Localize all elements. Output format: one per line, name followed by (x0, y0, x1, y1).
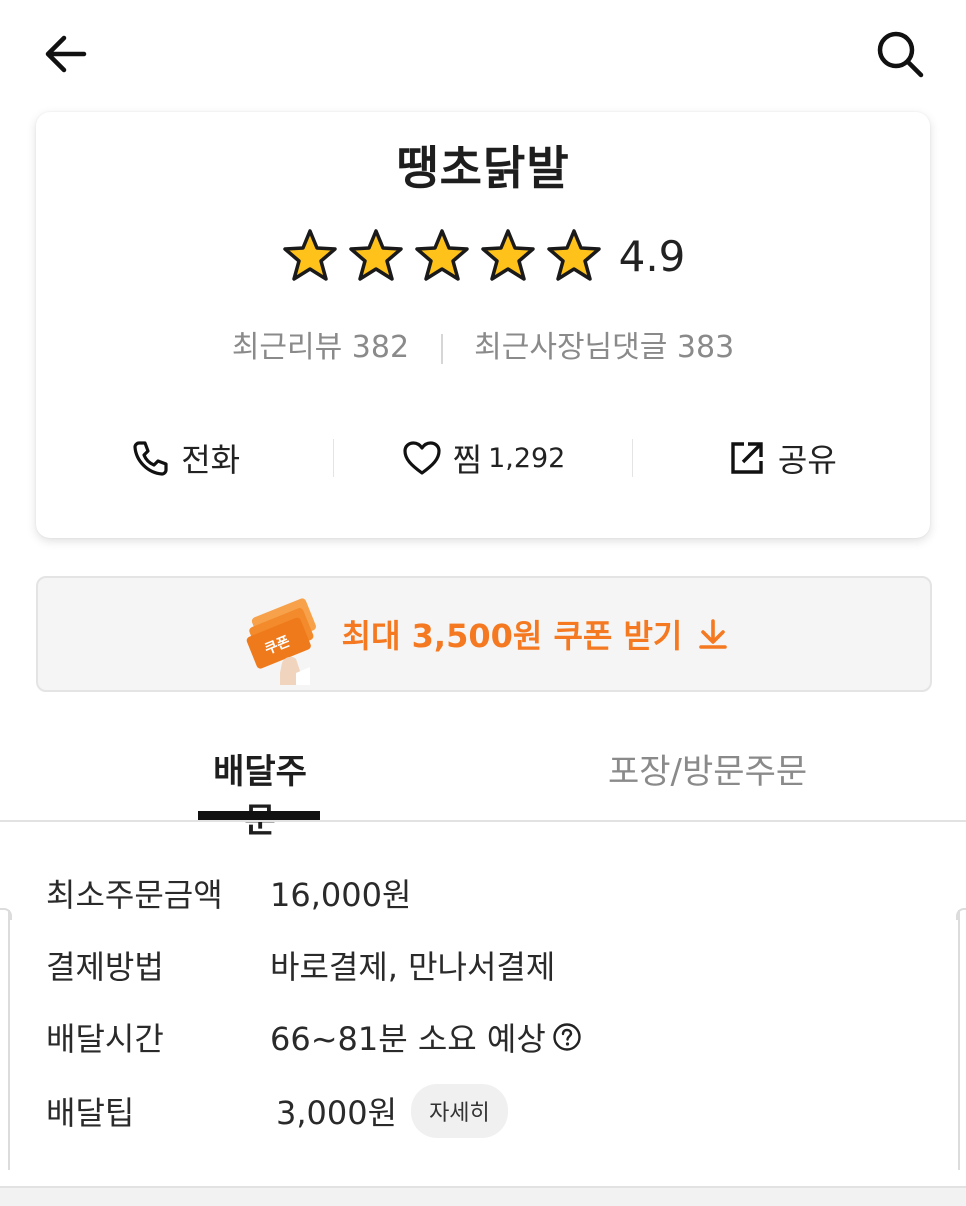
call-button[interactable]: 전화 (36, 435, 333, 481)
min-order-value: 16,000원 (270, 876, 412, 914)
delivery-time-value: 66~81분 소요 예상 (270, 1020, 546, 1058)
favorite-count: 1,292 (488, 442, 566, 474)
payment-method-row: 결제방법 바로결제, 만나서결제 (46, 942, 555, 988)
star-icon (282, 229, 337, 281)
tab-delivery-order[interactable]: 배달주문 (198, 744, 322, 842)
rating-row[interactable]: 4.9 (36, 226, 930, 286)
divider (440, 333, 443, 364)
share-icon (731, 442, 763, 474)
store-info-card: 땡초닭발 4.9 최근리뷰 382 최근사장님댓글 383 전화 찜 1,292… (36, 112, 930, 538)
bottom-section-edge (0, 1186, 966, 1206)
payment-method-label: 결제방법 (46, 948, 164, 986)
min-order-row: 최소주문금액 16,000원 (46, 870, 411, 916)
star-icon (546, 229, 601, 281)
review-summary[interactable]: 최근리뷰 382 최근사장님댓글 383 (36, 322, 930, 366)
recent-owner-replies-count: 383 (676, 330, 735, 365)
help-icon[interactable] (552, 1022, 582, 1052)
favorite-button[interactable]: 찜 1,292 (334, 435, 631, 481)
download-icon (699, 619, 728, 649)
search-icon (877, 31, 924, 78)
delivery-tip-value-wrap: 3,000원 자세히 (270, 1084, 508, 1138)
delivery-tip-label: 배달팁 (46, 1094, 135, 1132)
star-icon (348, 229, 403, 281)
heart-icon (403, 441, 441, 475)
coupon-download-button[interactable]: 쿠폰 최대 3,500원 쿠폰 받기 (36, 576, 932, 692)
back-button[interactable] (40, 28, 92, 80)
phone-icon (133, 441, 168, 476)
recent-reviews-count: 382 (351, 330, 410, 365)
tab-divider (0, 820, 966, 822)
favorite-label: 찜 (452, 441, 483, 479)
arrow-left-icon (45, 35, 87, 73)
search-button[interactable] (872, 26, 928, 82)
panel-border (8, 910, 10, 1170)
delivery-tip-row: 배달팁 3,000원 자세히 (46, 1084, 508, 1138)
star-icon (414, 229, 469, 281)
tab-pickup-order[interactable]: 포장/방문주문 (608, 744, 807, 793)
share-label: 공유 (777, 441, 837, 479)
star-icon (480, 229, 535, 281)
store-name: 땡초닭발 (396, 141, 570, 195)
recent-reviews-label: 최근리뷰 (231, 330, 343, 365)
panel-border (0, 908, 12, 920)
rating-value: 4.9 (618, 231, 686, 281)
panel-border (958, 910, 960, 1170)
store-actions: 전화 찜 1,292 공유 (36, 430, 930, 486)
payment-method-value: 바로결제, 만나서결제 (270, 948, 556, 986)
delivery-time-row: 배달시간 66~81분 소요 예상 (46, 1014, 582, 1060)
active-tab-indicator (198, 811, 320, 820)
delivery-time-label: 배달시간 (46, 1020, 164, 1058)
delivery-tip-value: 3,000원 (276, 1094, 398, 1132)
share-button[interactable]: 공유 (633, 435, 930, 481)
delivery-time-value-wrap: 66~81분 소요 예상 (270, 1014, 582, 1060)
recent-owner-replies-label: 최근사장님댓글 (474, 330, 668, 365)
coupon-label: 최대 3,500원 쿠폰 받기 (341, 617, 683, 655)
star-rating (281, 227, 603, 285)
delivery-tip-detail-button[interactable]: 자세히 (411, 1084, 508, 1138)
min-order-label: 최소주문금액 (46, 876, 223, 914)
call-label: 전화 (181, 441, 241, 479)
coupon-icon: 쿠폰 (246, 598, 316, 685)
